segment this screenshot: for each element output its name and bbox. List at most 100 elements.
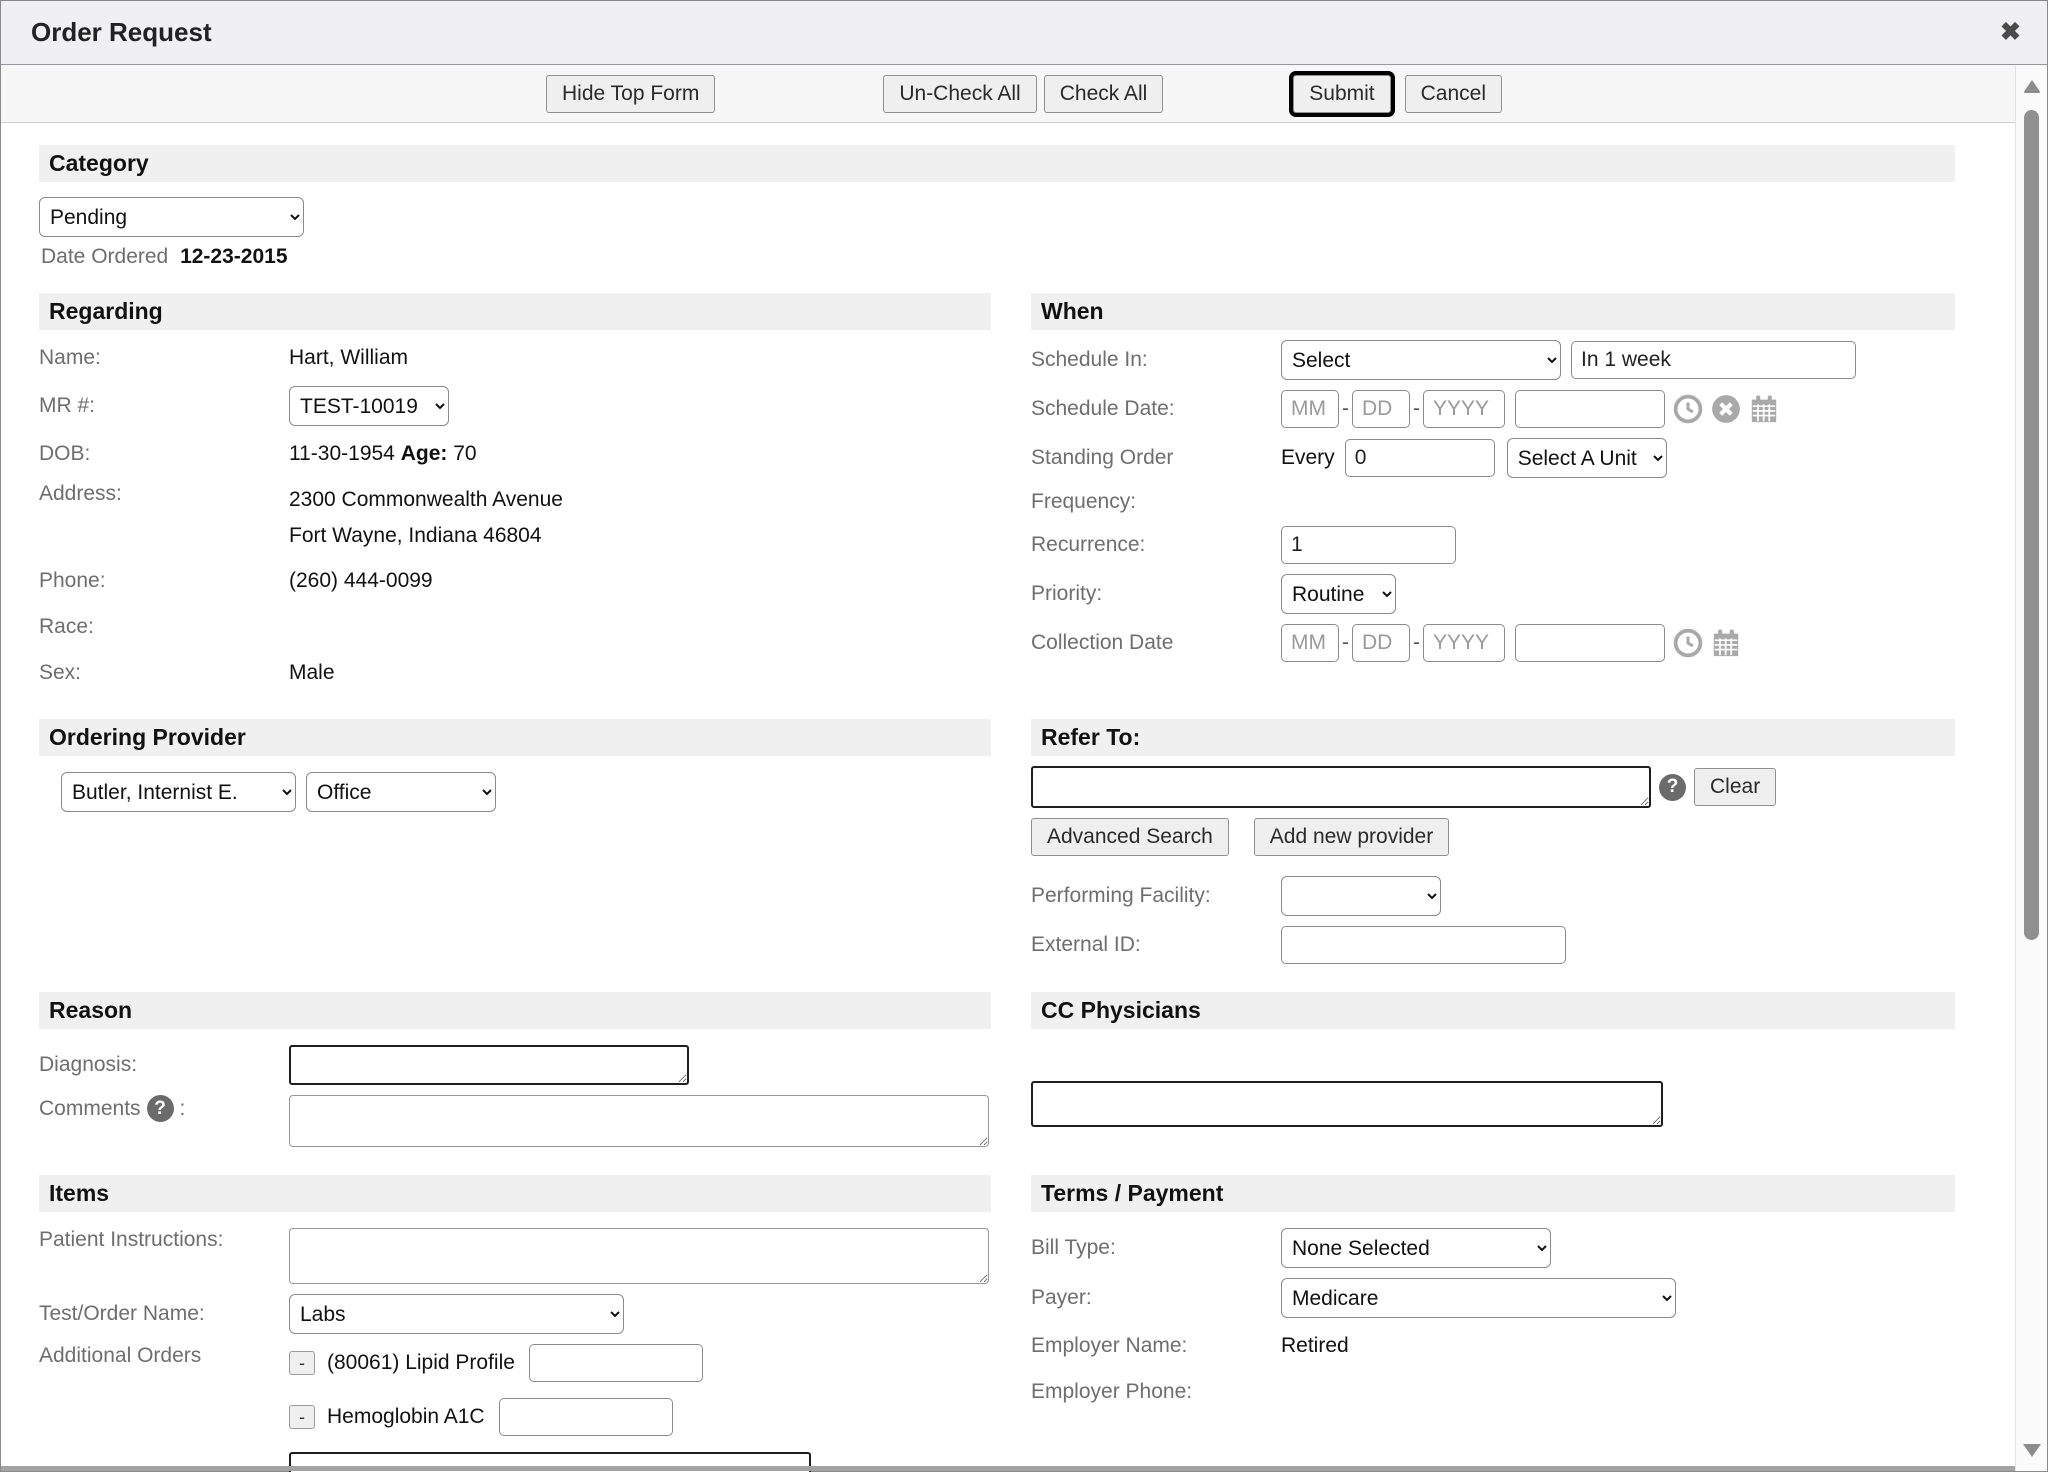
ordering-provider-select[interactable]: Butler, Internist E. bbox=[61, 772, 296, 812]
when-header: When bbox=[1031, 293, 1955, 330]
refer-to-input[interactable] bbox=[1031, 766, 1651, 808]
bill-type-select[interactable]: None Selected bbox=[1281, 1228, 1551, 1268]
clock-icon[interactable] bbox=[1673, 394, 1703, 424]
employer-name-value: Retired bbox=[1281, 1334, 1349, 1358]
terms-payment-header: Terms / Payment bbox=[1031, 1175, 1955, 1212]
scroll-up-icon[interactable] bbox=[2023, 80, 2041, 93]
provider-location-select[interactable]: Office bbox=[306, 772, 496, 812]
date-separator: - bbox=[1342, 397, 1349, 421]
cancel-button[interactable]: Cancel bbox=[1405, 75, 1502, 113]
additional-order-row: - Hemoglobin A1C bbox=[289, 1398, 811, 1436]
submit-button[interactable]: Submit bbox=[1293, 75, 1390, 113]
address-value: 2300 Commonwealth AvenueFort Wayne, Indi… bbox=[289, 482, 563, 553]
phone-value: (260) 444-0099 bbox=[289, 569, 433, 593]
section-refer-to: Refer To: ? Clear Advanced Search Add ne… bbox=[1031, 719, 1955, 974]
date-ordered-label: Date Ordered bbox=[41, 245, 168, 268]
check-all-button[interactable]: Check All bbox=[1044, 75, 1164, 113]
race-label: Race: bbox=[39, 615, 289, 639]
recurrence-input[interactable] bbox=[1281, 526, 1456, 564]
payer-label: Payer: bbox=[1031, 1286, 1281, 1310]
date-ordered: Date Ordered 12-23-2015 bbox=[41, 245, 1955, 269]
vertical-scrollbar[interactable] bbox=[2015, 66, 2047, 1471]
dialog-bottom-edge bbox=[1, 1466, 2015, 1471]
date-separator: - bbox=[1413, 397, 1420, 421]
dialog-titlebar: Order Request ✖ bbox=[1, 1, 2047, 65]
schedule-month-input[interactable] bbox=[1281, 390, 1339, 428]
additional-orders-list: - (80061) Lipid Profile - Hemoglobin A1C bbox=[289, 1344, 811, 1472]
standing-order-label: Standing Order bbox=[1031, 446, 1281, 470]
category-select[interactable]: Pending bbox=[39, 197, 304, 237]
collection-month-input[interactable] bbox=[1281, 624, 1339, 662]
unit-select[interactable]: Select A Unit bbox=[1507, 438, 1667, 478]
mr-number-select[interactable]: TEST-10019 bbox=[289, 386, 449, 426]
priority-label: Priority: bbox=[1031, 582, 1281, 606]
frequency-label: Frequency: bbox=[1031, 490, 1281, 514]
help-icon[interactable]: ? bbox=[147, 1095, 174, 1122]
schedule-time-input[interactable] bbox=[1515, 390, 1665, 428]
address-label: Address: bbox=[39, 482, 289, 506]
priority-select[interactable]: Routine bbox=[1281, 574, 1396, 614]
schedule-in-text-input[interactable] bbox=[1571, 341, 1856, 379]
external-id-label: External ID: bbox=[1031, 933, 1281, 957]
date-ordered-value: 12-23-2015 bbox=[180, 245, 287, 268]
dialog-title: Order Request bbox=[31, 17, 212, 48]
remove-order-button[interactable]: - bbox=[289, 1351, 315, 1375]
employer-phone-label: Employer Phone: bbox=[1031, 1380, 1281, 1404]
clear-button[interactable]: Clear bbox=[1694, 768, 1776, 806]
test-order-name-label: Test/Order Name: bbox=[39, 1302, 289, 1326]
collection-day-input[interactable] bbox=[1352, 624, 1410, 662]
test-order-name-select[interactable]: Labs bbox=[289, 1294, 624, 1334]
add-new-provider-button[interactable]: Add new provider bbox=[1254, 818, 1449, 856]
collection-time-input[interactable] bbox=[1515, 624, 1665, 662]
clock-icon[interactable] bbox=[1673, 628, 1703, 658]
schedule-year-input[interactable] bbox=[1423, 390, 1505, 428]
name-label: Name: bbox=[39, 346, 289, 370]
regarding-header: Regarding bbox=[39, 293, 991, 330]
calendar-icon[interactable] bbox=[1711, 628, 1741, 658]
diagnosis-input[interactable] bbox=[289, 1045, 689, 1085]
recurrence-label: Recurrence: bbox=[1031, 533, 1281, 557]
patient-instructions-input[interactable] bbox=[289, 1228, 989, 1284]
scroll-down-icon[interactable] bbox=[2023, 1444, 2041, 1457]
hide-top-form-button[interactable]: Hide Top Form bbox=[546, 75, 715, 113]
items-header: Items bbox=[39, 1175, 991, 1212]
section-reason: Reason Diagnosis: Comments?: bbox=[39, 992, 991, 1157]
diagnosis-label: Diagnosis: bbox=[39, 1053, 289, 1077]
advanced-search-button[interactable]: Advanced Search bbox=[1031, 818, 1229, 856]
uncheck-all-button[interactable]: Un-Check All bbox=[883, 75, 1036, 113]
schedule-in-select[interactable]: Select bbox=[1281, 340, 1561, 380]
dob-label: DOB: bbox=[39, 442, 289, 466]
section-regarding: Regarding Name: Hart, William MR #: TEST… bbox=[39, 293, 991, 701]
schedule-in-label: Schedule In: bbox=[1031, 348, 1281, 372]
section-terms-payment: Terms / Payment Bill Type: None Selected… bbox=[1031, 1175, 1955, 1420]
ordering-provider-header: Ordering Provider bbox=[39, 719, 991, 756]
close-icon[interactable]: ✖ bbox=[2000, 20, 2021, 45]
payer-select[interactable]: Medicare bbox=[1281, 1278, 1676, 1318]
remove-order-button[interactable]: - bbox=[289, 1405, 315, 1429]
clear-date-icon[interactable] bbox=[1711, 394, 1741, 424]
mr-label: MR #: bbox=[39, 394, 289, 418]
section-items: Items Patient Instructions: Test/Order N… bbox=[39, 1175, 991, 1472]
comments-input[interactable] bbox=[289, 1095, 989, 1147]
collection-date-label: Collection Date bbox=[1031, 631, 1281, 655]
cc-physicians-header: CC Physicians bbox=[1031, 992, 1955, 1029]
toolbar: Hide Top Form Un-Check All Check All Sub… bbox=[1, 65, 2047, 123]
external-id-input[interactable] bbox=[1281, 926, 1566, 964]
collection-year-input[interactable] bbox=[1423, 624, 1505, 662]
every-label: Every bbox=[1281, 446, 1335, 470]
performing-facility-select[interactable] bbox=[1281, 876, 1441, 916]
category-header: Category bbox=[39, 145, 1955, 182]
schedule-day-input[interactable] bbox=[1352, 390, 1410, 428]
section-ordering-provider: Ordering Provider Butler, Internist E. O… bbox=[39, 719, 991, 822]
additional-order-row: - (80061) Lipid Profile bbox=[289, 1344, 811, 1382]
help-icon[interactable]: ? bbox=[1659, 774, 1686, 801]
section-when: When Schedule In: Select Schedule Date: … bbox=[1031, 293, 1955, 672]
order-label: Hemoglobin A1C bbox=[327, 1405, 485, 1429]
order-qualifier-input[interactable] bbox=[529, 1344, 703, 1382]
cc-physicians-input[interactable] bbox=[1031, 1081, 1663, 1127]
scrollbar-thumb[interactable] bbox=[2024, 110, 2039, 940]
patient-instructions-label: Patient Instructions: bbox=[39, 1228, 289, 1252]
calendar-icon[interactable] bbox=[1749, 394, 1779, 424]
order-qualifier-input[interactable] bbox=[499, 1398, 673, 1436]
every-input[interactable] bbox=[1345, 439, 1495, 477]
